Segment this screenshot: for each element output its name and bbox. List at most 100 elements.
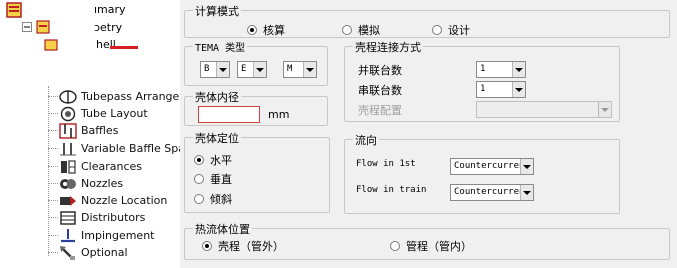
select-value [477, 102, 598, 117]
collapse-toggle-icon[interactable] [22, 22, 32, 32]
summary-icon [6, 2, 22, 18]
optional-icon [58, 245, 78, 261]
radio-shell-side[interactable]: 壳程（管外） [202, 238, 284, 254]
impingement-icon [58, 228, 78, 244]
radio-label: 水平 [210, 154, 232, 167]
tree-top-section: ımary ɔetry hell [0, 0, 180, 60]
tree-item-optional[interactable]: Optional [58, 244, 128, 261]
tree-item-summary[interactable]: ımary [94, 3, 126, 16]
group-title: 计算模式 [193, 3, 241, 19]
tree-item-label: Clearances [81, 160, 143, 173]
radio-dot [342, 25, 352, 35]
series-count-select[interactable]: 1 [476, 81, 526, 98]
radio-tube-side[interactable]: 管程（管内） [390, 238, 472, 254]
tree-item-shell[interactable]: hell [96, 38, 116, 51]
chevron-down-icon[interactable] [520, 185, 533, 200]
shell-input-panel: 计算模式 核算 模拟 设计 TEMA 类型 B E M 壳程连接方式 并联台数 … [180, 0, 677, 268]
tube-layout-icon [58, 106, 78, 122]
distributors-icon [58, 210, 78, 226]
navigation-tree: ımary ɔetry hell Tubepass Arrange Tube L… [0, 0, 185, 268]
radio-dot [202, 241, 212, 251]
chevron-down-icon[interactable] [216, 62, 229, 77]
radio-rating[interactable]: 核算 [247, 22, 285, 38]
parallel-count-label: 并联台数 [358, 64, 402, 77]
tree-item-label: Baffles [81, 124, 119, 137]
flow-train-label: Flow in train [356, 185, 427, 195]
parallel-count-select[interactable]: 1 [476, 61, 526, 78]
flow-direction-group: 流向 [344, 132, 620, 214]
radio-dot [194, 174, 204, 184]
select-value: Countercurrent [454, 187, 520, 197]
select-value: E [241, 64, 247, 74]
tree-item-geometry[interactable]: ɔetry [94, 21, 122, 34]
shell-diameter-input[interactable] [198, 106, 260, 123]
tree-connector [48, 252, 58, 253]
flow-first-label: Flow in 1st [356, 159, 416, 169]
tree-connector [48, 130, 58, 131]
radio-simulation[interactable]: 模拟 [342, 22, 380, 38]
radio-dot [247, 25, 257, 35]
radio-dot [432, 25, 442, 35]
select-value: B [204, 64, 210, 74]
radio-label: 倾斜 [210, 193, 232, 206]
tree-connector [48, 96, 58, 97]
tree-connector [48, 235, 58, 236]
radio-label: 核算 [263, 24, 285, 37]
radio-dot [390, 241, 400, 251]
clearances-icon [58, 159, 78, 175]
tree-item-label: Nozzles [81, 177, 124, 190]
tree-item-clearances[interactable]: Clearances [58, 158, 142, 175]
chevron-down-icon[interactable] [303, 62, 316, 77]
tree-item-label: Distributors [81, 211, 146, 224]
radio-dot [194, 155, 204, 165]
tree-connector [48, 148, 58, 149]
tree-item-impingement[interactable]: Impingement [58, 227, 155, 244]
radio-design[interactable]: 设计 [432, 22, 470, 38]
tree-connector [48, 183, 58, 184]
tema-shell-select[interactable]: E [237, 61, 267, 78]
chevron-down-icon[interactable] [253, 62, 266, 77]
tree-item-baffles[interactable]: Baffles [58, 122, 118, 139]
radio-inclined[interactable]: 倾斜 [194, 191, 232, 207]
select-value: Countercurrent [454, 161, 520, 171]
tree-connector [48, 217, 58, 218]
tree-connector [48, 200, 58, 201]
radio-horizontal[interactable]: 水平 [194, 152, 232, 168]
select-value: M [287, 64, 293, 74]
radio-label: 垂直 [210, 173, 232, 186]
chevron-down-icon[interactable] [520, 159, 533, 174]
chevron-down-icon[interactable] [512, 62, 525, 77]
radio-vertical[interactable]: 垂直 [194, 171, 232, 187]
radio-label: 模拟 [358, 24, 380, 37]
variable-baffle-icon [58, 141, 78, 157]
geometry-icon [36, 20, 50, 34]
tree-item-label: Variable Baffle Spa [81, 142, 185, 155]
chevron-down-icon[interactable] [512, 82, 525, 97]
group-title: TEMA 类型 [193, 39, 248, 54]
tema-front-head-select[interactable]: B [200, 61, 230, 78]
radio-dot [194, 194, 204, 204]
shell-arrangement-label: 壳程配置 [358, 104, 402, 117]
group-title: 壳程连接方式 [353, 39, 423, 55]
tree-item-label: Impingement [81, 229, 155, 242]
tree-item-tube-layout[interactable]: Tube Layout [58, 105, 148, 122]
tree-item-nozzle-location[interactable]: Nozzle Location [58, 192, 167, 209]
nozzles-icon [58, 176, 78, 192]
unit-label: mm [268, 108, 290, 121]
flow-first-select[interactable]: Countercurrent [450, 158, 534, 175]
tree-connector [48, 166, 58, 167]
tree-item-tubepass-arrange[interactable]: Tubepass Arrange [58, 88, 179, 105]
tree-item-label: Tube Layout [81, 107, 148, 120]
tree-connector [48, 86, 49, 256]
group-title: 流向 [353, 132, 379, 148]
group-title: 热流体位置 [193, 221, 252, 237]
tree-item-nozzles[interactable]: Nozzles [58, 175, 123, 192]
flow-train-select[interactable]: Countercurrent [450, 184, 534, 201]
tree-item-distributors[interactable]: Distributors [58, 209, 145, 226]
tema-rear-head-select[interactable]: M [283, 61, 317, 78]
group-title: 壳体定位 [193, 130, 241, 146]
select-value: 1 [480, 64, 486, 74]
tree-item-variable-baffle-spacing[interactable]: Variable Baffle Spa [58, 140, 185, 157]
tree-item-label: Optional [81, 246, 128, 259]
radio-label: 壳程（管外） [218, 240, 284, 253]
